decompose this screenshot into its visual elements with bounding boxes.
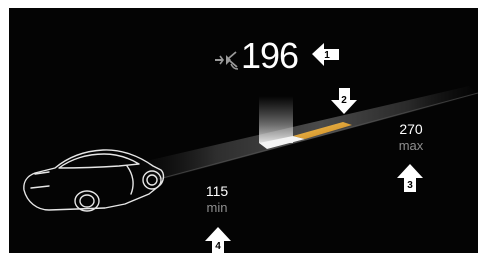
spotlight-beam — [259, 96, 293, 143]
callout-2-number: 2 — [341, 95, 347, 106]
range-bar-edge — [158, 92, 478, 180]
callout-3: 3 — [397, 164, 423, 192]
max-range-label: max — [398, 138, 424, 153]
car-outline-icon — [23, 149, 165, 212]
callout-4-number: 4 — [215, 241, 221, 252]
callout-1: 1 — [312, 43, 339, 66]
callout-2: 2 — [331, 88, 357, 114]
callout-4: 4 — [205, 227, 231, 253]
callout-3-number: 3 — [407, 180, 413, 191]
current-range-value: 196 — [241, 35, 299, 76]
callout-1-number: 1 — [324, 50, 330, 61]
max-range-value: 270 — [399, 121, 423, 137]
min-range-value: 115 — [205, 183, 229, 199]
min-range-label: min — [206, 200, 228, 215]
range-display-screen: 1 2 3 4 196 270 max 115 min — [9, 8, 478, 253]
plug-charging-icon — [215, 51, 239, 70]
figure-frame: 1 2 3 4 196 270 max 115 min — [0, 0, 485, 261]
